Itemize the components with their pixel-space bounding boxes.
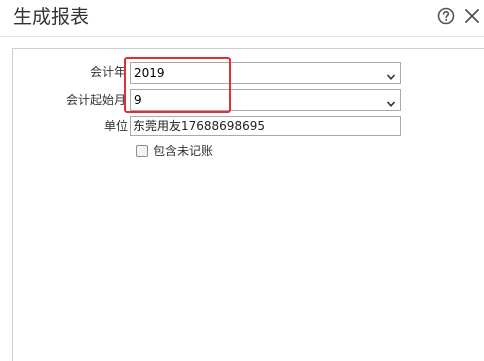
year-select[interactable]: 2019 xyxy=(130,62,401,84)
unit-label: 单位 xyxy=(103,119,128,133)
start-month-value: 9 xyxy=(134,93,142,107)
start-month-select[interactable]: 9 xyxy=(130,89,401,111)
year-label: 会计年 xyxy=(89,65,126,79)
chevron-down-icon xyxy=(386,95,396,107)
unit-field[interactable]: 东莞用友17688698695 xyxy=(130,116,401,136)
include-unposted-checkbox[interactable] xyxy=(136,145,148,157)
generate-report-dialog: 生成报表 会计年 2019 会计起始月 9 单位 东莞用友17688698695… xyxy=(0,0,484,361)
help-icon[interactable] xyxy=(437,7,455,25)
chevron-down-icon xyxy=(386,68,396,80)
title-divider xyxy=(0,36,484,37)
year-value: 2019 xyxy=(134,66,165,80)
dialog-titlebar: 生成报表 xyxy=(0,0,484,36)
dialog-title: 生成报表 xyxy=(13,6,90,28)
start-month-label: 会计起始月 xyxy=(65,93,126,107)
include-unposted-label: 包含未记账 xyxy=(153,144,214,158)
close-icon[interactable] xyxy=(463,7,481,25)
